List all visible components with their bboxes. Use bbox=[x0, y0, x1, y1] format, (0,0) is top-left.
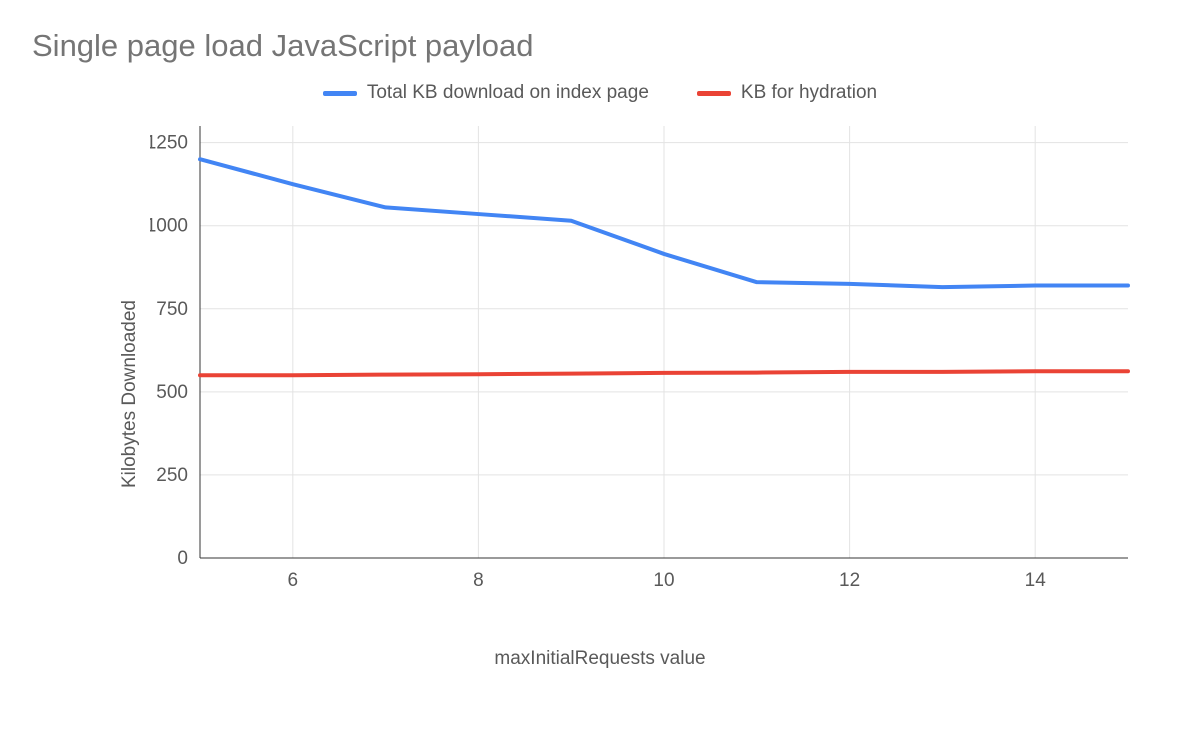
x-axis-label: maxInitialRequests value bbox=[30, 648, 1170, 670]
chart-svg: 0 250 500 750 1000 1250 6 8 10 12 14 bbox=[150, 124, 1130, 594]
svg-text:14: 14 bbox=[1025, 570, 1047, 591]
legend-swatch-0 bbox=[323, 91, 357, 96]
svg-text:12: 12 bbox=[839, 570, 860, 591]
svg-text:10: 10 bbox=[653, 570, 674, 591]
svg-text:0: 0 bbox=[177, 548, 188, 569]
svg-text:1250: 1250 bbox=[150, 133, 188, 154]
legend-label-1: KB for hydration bbox=[741, 82, 877, 104]
svg-text:1000: 1000 bbox=[150, 216, 188, 237]
svg-text:500: 500 bbox=[156, 382, 188, 403]
legend-label-0: Total KB download on index page bbox=[367, 82, 649, 104]
plot-area: 0 250 500 750 1000 1250 6 8 10 12 14 bbox=[150, 124, 1130, 594]
svg-text:250: 250 bbox=[156, 465, 188, 486]
plot-zone: Kilobytes Downloaded 0 250 500 750 1000 1250 6… bbox=[30, 114, 1170, 674]
y-axis-label: Kilobytes Downloaded bbox=[119, 300, 141, 488]
svg-text:8: 8 bbox=[473, 570, 484, 591]
legend: Total KB download on index page KB for h… bbox=[30, 82, 1170, 104]
chart-title: Single page load JavaScript payload bbox=[32, 28, 1170, 64]
chart-container: Single page load JavaScript payload Tota… bbox=[0, 0, 1200, 742]
legend-swatch-1 bbox=[697, 91, 731, 96]
svg-text:750: 750 bbox=[156, 299, 188, 320]
svg-text:6: 6 bbox=[288, 570, 299, 591]
legend-item-1: KB for hydration bbox=[697, 82, 877, 104]
legend-item-0: Total KB download on index page bbox=[323, 82, 649, 104]
